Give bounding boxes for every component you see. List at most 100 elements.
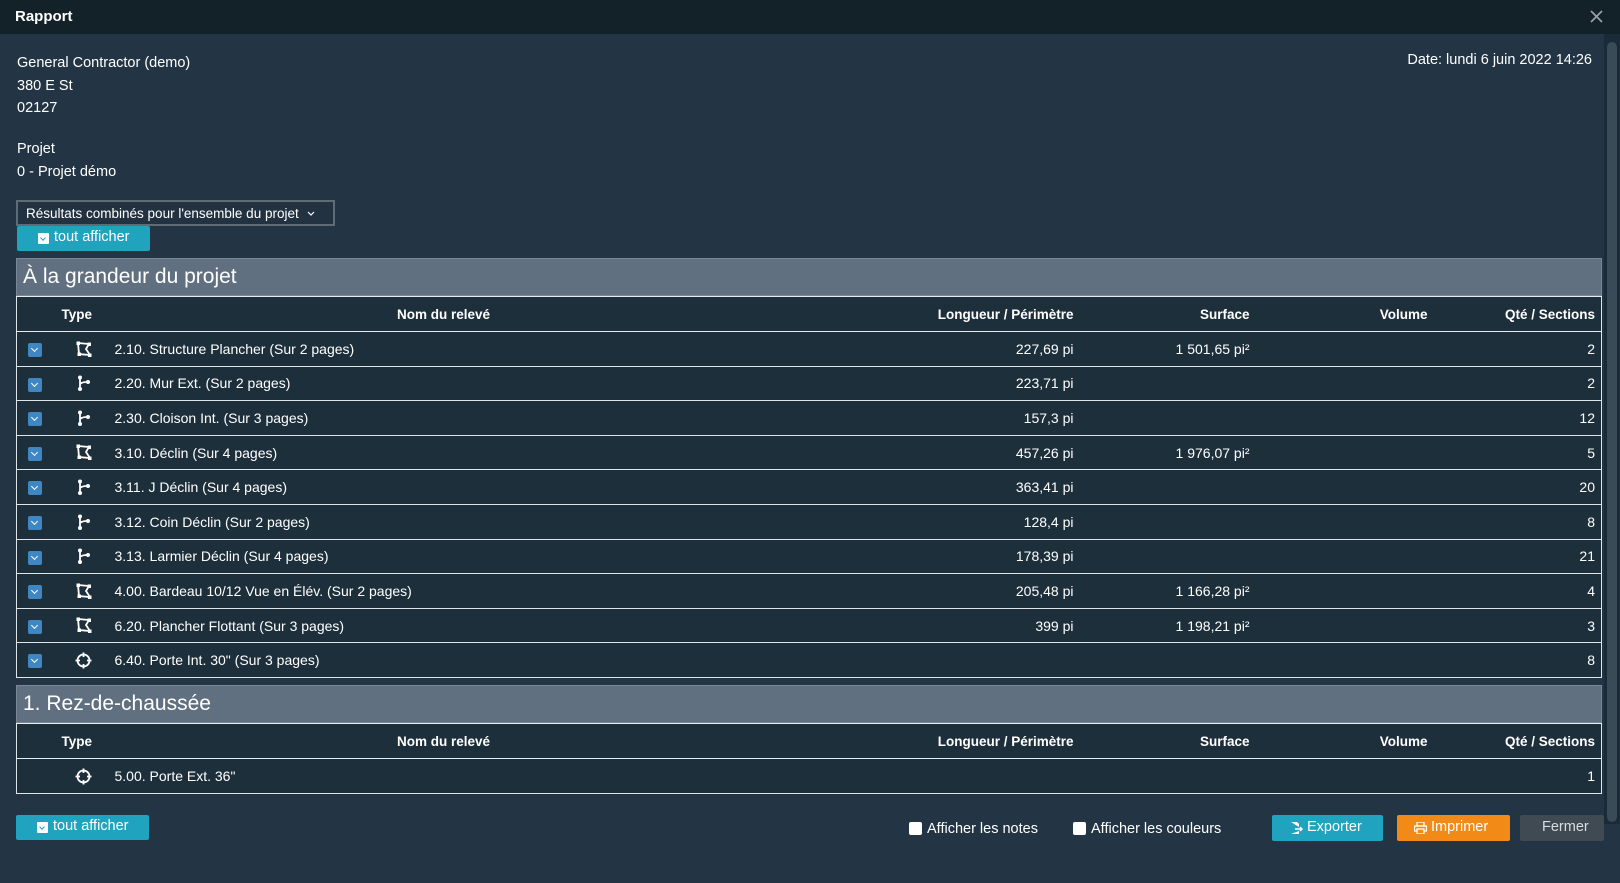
row-volume (1253, 539, 1432, 575)
measurements-table: Type Nom du relevé Longueur / Périmètre … (16, 723, 1602, 794)
show-colors-option[interactable]: Afficher les couleurs (1073, 821, 1221, 837)
row-volume (1253, 642, 1432, 678)
print-button[interactable]: Imprimer (1397, 815, 1510, 841)
row-length: 178,39 pi (912, 539, 1078, 575)
col-qty: Qté / Sections (1431, 296, 1602, 332)
area-icon (76, 444, 92, 461)
row-length: 363,41 pi (912, 469, 1078, 505)
linear-icon (78, 410, 90, 426)
close-icon[interactable] (1588, 6, 1606, 26)
section-project-wide: À la grandeur du projet Type Nom du rele… (16, 258, 1602, 678)
file-export-icon (1291, 822, 1303, 834)
linear-icon (78, 479, 90, 496)
row-surface (1077, 400, 1254, 436)
row-qty: 1 (1431, 758, 1602, 794)
report-content: General Contractor (demo) 380 E St 02127… (0, 34, 1604, 824)
section-ground-floor: 1. Rez-de-chaussée Type Nom du relevé Lo… (16, 685, 1602, 794)
show-all-label-bottom: tout afficher (53, 818, 129, 834)
row-toggle-checkbox[interactable] (27, 515, 42, 530)
row-volume (1253, 435, 1432, 471)
export-button[interactable]: Exporter (1272, 815, 1383, 841)
row-name: 3.10. Déclin (Sur 4 pages) (114, 435, 913, 471)
row-surface (1077, 366, 1254, 402)
row-surface (1077, 539, 1254, 575)
scope-dropdown-value: Résultats combinés pour l'ensemble du pr… (26, 206, 299, 221)
col-volume: Volume (1253, 296, 1432, 332)
row-name: 3.11. J Déclin (Sur 4 pages) (114, 469, 913, 505)
row-toggle-checkbox[interactable] (27, 377, 42, 392)
row-toggle-checkbox[interactable] (27, 585, 42, 600)
row-surface (1077, 504, 1254, 540)
row-qty: 20 (1431, 469, 1602, 505)
row-toggle-checkbox[interactable] (27, 619, 42, 634)
row-surface (1077, 758, 1254, 794)
row-qty: 4 (1431, 573, 1602, 609)
project-label: Projet (17, 141, 55, 157)
show-colors-checkbox[interactable] (1073, 822, 1086, 835)
close-button[interactable]: Fermer (1520, 815, 1604, 841)
collapse-square-icon (38, 233, 49, 244)
row-name: 3.12. Coin Déclin (Sur 2 pages) (114, 504, 913, 540)
show-all-button-bottom[interactable]: tout afficher (16, 815, 149, 840)
row-length (912, 758, 1078, 794)
row-length: 205,48 pi (912, 573, 1078, 609)
row-toggle-checkbox[interactable] (27, 481, 42, 496)
col-type: Type (52, 296, 115, 332)
linear-icon (78, 375, 90, 392)
row-qty: 3 (1431, 608, 1602, 644)
table-row: 2.30. Cloison Int. (Sur 3 pages) 157,3 pi… (16, 400, 1602, 436)
title-bar: Rapport (0, 0, 1620, 34)
close-label: Fermer (1542, 819, 1589, 835)
row-volume (1253, 400, 1432, 436)
measurements-table: Type Nom du relevé Longueur / Périmètre … (16, 296, 1602, 678)
show-notes-label: Afficher les notes (927, 821, 1038, 837)
row-name: 6.40. Porte Int. 30" (Sur 3 pages) (114, 642, 913, 678)
scrollbar-thumb[interactable] (1607, 42, 1617, 822)
row-length: 399 pi (912, 608, 1078, 644)
col-surface: Surface (1077, 723, 1254, 759)
row-length: 223,71 pi (912, 366, 1078, 402)
col-name: Nom du relevé (114, 723, 913, 759)
row-qty: 2 (1431, 331, 1602, 367)
row-name: 3.13. Larmier Déclin (Sur 4 pages) (114, 539, 913, 575)
scope-dropdown[interactable]: Résultats combinés pour l'ensemble du pr… (16, 200, 335, 226)
show-colors-label: Afficher les couleurs (1091, 821, 1222, 837)
project-info: Projet 0 - Projet démo (17, 138, 116, 183)
row-qty: 8 (1431, 504, 1602, 540)
table-row: 6.40. Porte Int. 30" (Sur 3 pages) 8 (16, 642, 1602, 678)
row-name: 5.00. Porte Ext. 36" (114, 758, 913, 794)
company-name: General Contractor (demo) (17, 55, 191, 71)
company-street: 380 E St (17, 77, 73, 94)
row-length: 457,26 pi (912, 435, 1078, 471)
row-surface (1077, 642, 1254, 678)
show-notes-checkbox[interactable] (909, 822, 922, 835)
table-row: 5.00. Porte Ext. 36" 1 (16, 758, 1602, 794)
row-length (912, 642, 1078, 678)
show-notes-option[interactable]: Afficher les notes (909, 821, 1038, 837)
show-all-button-top[interactable]: tout afficher (17, 226, 150, 251)
scrollbar[interactable] (1604, 34, 1620, 824)
row-toggle-checkbox[interactable] (27, 550, 42, 565)
col-volume: Volume (1253, 723, 1432, 759)
row-toggle-checkbox[interactable] (27, 342, 42, 357)
row-volume (1253, 608, 1432, 644)
area-icon (76, 583, 92, 599)
chevron-down-icon (307, 211, 314, 216)
col-qty: Qté / Sections (1431, 723, 1602, 759)
row-toggle-checkbox[interactable] (27, 412, 42, 427)
row-qty: 2 (1431, 366, 1602, 402)
table-row: 6.20. Plancher Flottant (Sur 3 pages) 399… (16, 608, 1602, 644)
row-volume (1253, 758, 1432, 794)
linear-icon (78, 514, 90, 530)
table-row: 2.10. Structure Plancher (Sur 2 pages) 22… (16, 331, 1602, 367)
row-toggle-checkbox[interactable] (27, 446, 42, 461)
table-row: 2.20. Mur Ext. (Sur 2 pages) 223,71 pi 2 (16, 366, 1602, 402)
row-length: 128,4 pi (912, 504, 1078, 540)
company-zip: 02127 (17, 100, 58, 116)
row-toggle-checkbox[interactable] (27, 654, 42, 669)
area-icon (76, 617, 92, 634)
row-volume (1253, 331, 1432, 367)
row-qty: 5 (1431, 435, 1602, 471)
row-qty: 8 (1431, 642, 1602, 678)
col-surface: Surface (1077, 296, 1254, 332)
